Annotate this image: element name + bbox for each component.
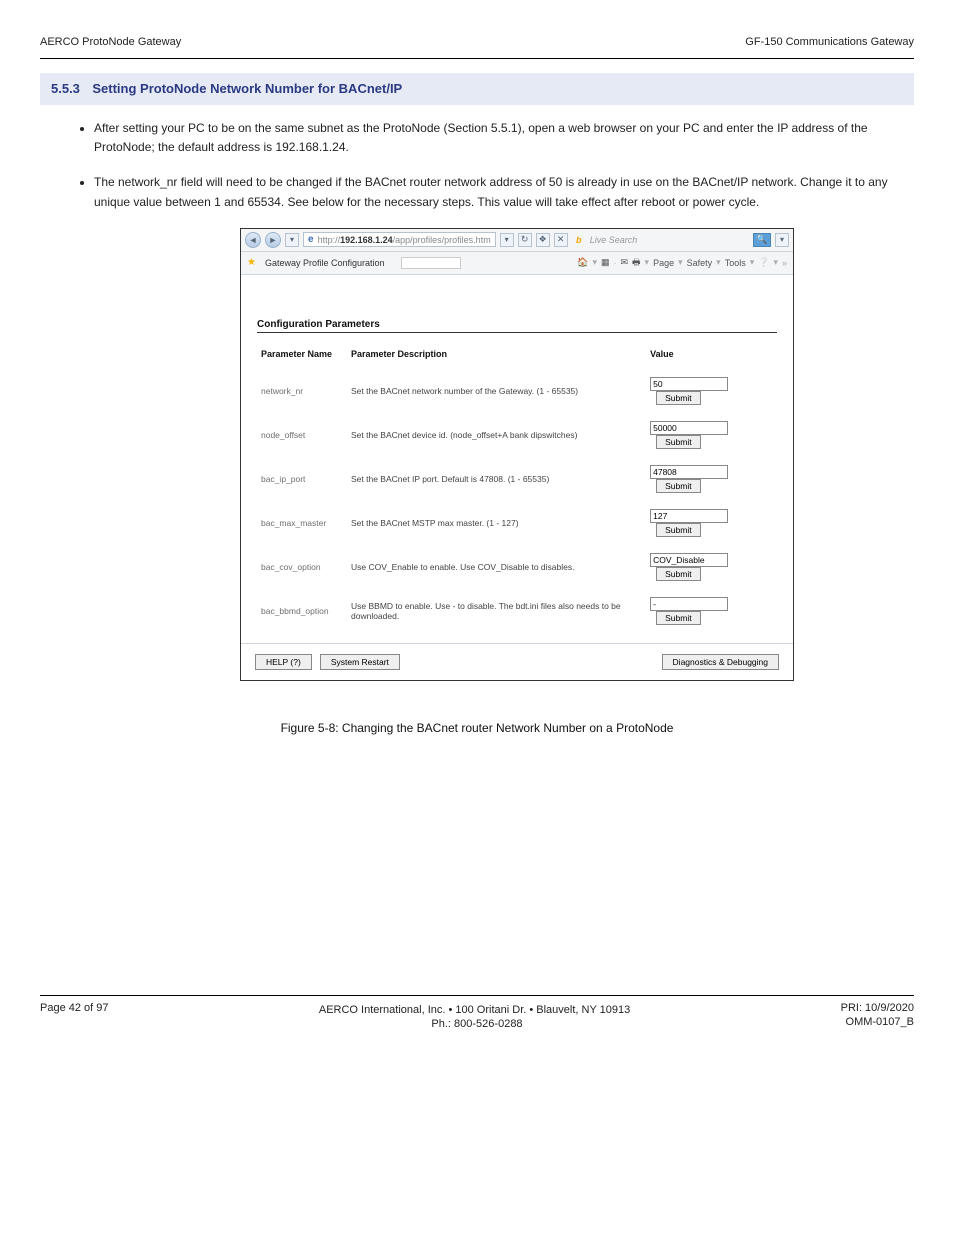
footer-page: Page 42 of 97	[40, 1002, 109, 1016]
mail-icon[interactable]: ✉	[621, 257, 629, 268]
table-row: bac_cov_option Use COV_Enable to enable.…	[257, 545, 777, 589]
param-name: node_offset	[257, 413, 347, 457]
value-input[interactable]	[650, 553, 728, 567]
back-button[interactable]: ◄	[245, 232, 261, 248]
submit-button[interactable]: Submit	[656, 523, 700, 537]
submit-button[interactable]: Submit	[656, 567, 700, 581]
param-desc: Set the BACnet MSTP max master. (1 - 127…	[347, 501, 646, 545]
tab-placeholder	[401, 257, 461, 269]
doc-header-left: AERCO ProtoNode Gateway	[40, 36, 181, 48]
value-input[interactable]	[650, 377, 728, 391]
footer-rule	[40, 995, 914, 996]
param-desc: Set the BACnet IP port. Default is 47808…	[347, 457, 646, 501]
home-icon[interactable]: 🏠	[577, 257, 588, 268]
page-content: Configuration Parameters Parameter Name …	[241, 275, 793, 643]
address-bar[interactable]: e http://192.168.1.24/app/profiles/profi…	[303, 232, 496, 247]
submit-button[interactable]: Submit	[656, 611, 700, 625]
list-item: The network_nr field will need to be cha…	[94, 173, 914, 211]
list-item: After setting your PC to be on the same …	[94, 119, 914, 157]
section-number: 5.5.3	[51, 81, 80, 96]
search-button[interactable]: 🔍	[753, 233, 771, 247]
table-row: bac_max_master Set the BACnet MSTP max m…	[257, 501, 777, 545]
diagnostics-debugging-button[interactable]: Diagnostics & Debugging	[662, 654, 779, 670]
param-name: bac_ip_port	[257, 457, 347, 501]
page-tab[interactable]: Gateway Profile Configuration	[265, 258, 385, 268]
value-input[interactable]	[650, 509, 728, 523]
nav-dropdown[interactable]: ▾	[285, 233, 299, 247]
param-name: bac_bbmd_option	[257, 589, 347, 633]
col-param-name: Parameter Name	[257, 343, 347, 369]
address-dropdown[interactable]: ▾	[500, 233, 514, 247]
config-rule	[257, 332, 777, 333]
submit-button[interactable]: Submit	[656, 391, 700, 405]
param-name: bac_cov_option	[257, 545, 347, 589]
footer-center-line-1: AERCO International, Inc. • 100 Oritani …	[109, 1004, 841, 1016]
table-row: bac_bbmd_option Use BBMD to enable. Use …	[257, 589, 777, 633]
browser-toolbar: 🏠▾ ▦ · ✉ 🖶▾ Page▾ Safety▾ Tools▾ ❔▾ »	[577, 255, 787, 271]
submit-button[interactable]: Submit	[656, 435, 700, 449]
safety-menu[interactable]: Safety	[687, 258, 713, 268]
tools-menu[interactable]: Tools	[725, 258, 746, 268]
page-menu[interactable]: Page	[653, 258, 674, 268]
bing-icon: b	[572, 233, 586, 247]
config-table: Parameter Name Parameter Description Val…	[257, 343, 777, 633]
instruction-list: After setting your PC to be on the same …	[40, 119, 914, 212]
col-param-desc: Parameter Description	[347, 343, 646, 369]
value-input[interactable]	[650, 465, 728, 479]
search-placeholder[interactable]: Live Search	[590, 235, 749, 245]
footer-center-line-2: Ph.: 800-526-0288	[130, 1018, 824, 1030]
favorites-icon[interactable]: ★	[247, 257, 259, 269]
stop-icon[interactable]: ✕	[554, 233, 568, 247]
help-icon[interactable]: ❔	[758, 257, 769, 268]
ie-icon: e	[308, 234, 314, 245]
param-desc: Use COV_Enable to enable. Use COV_Disabl…	[347, 545, 646, 589]
footer-right-1: PRI: 10/9/2020	[841, 1002, 914, 1014]
value-input[interactable]	[650, 421, 728, 435]
system-restart-button[interactable]: System Restart	[320, 654, 400, 670]
table-row: node_offset Set the BACnet device id. (n…	[257, 413, 777, 457]
value-input[interactable]	[650, 597, 728, 611]
param-name: network_nr	[257, 369, 347, 413]
section-heading: 5.5.3 Setting ProtoNode Network Number f…	[40, 73, 914, 105]
doc-header-right: GF-150 Communications Gateway	[745, 36, 914, 48]
param-desc: Use BBMD to enable. Use - to disable. Th…	[347, 589, 646, 633]
search-dropdown[interactable]: ▾	[775, 233, 789, 247]
param-desc: Set the BACnet network number of the Gat…	[347, 369, 646, 413]
header-rule	[40, 58, 914, 59]
refresh-icon[interactable]: ↻	[518, 233, 532, 247]
param-name: bac_max_master	[257, 501, 347, 545]
config-section-title: Configuration Parameters	[257, 319, 777, 330]
table-row: network_nr Set the BACnet network number…	[257, 369, 777, 413]
embedded-screenshot: ◄ ► ▾ e http://192.168.1.24/app/profiles…	[240, 228, 794, 681]
browser-nav-bar: ◄ ► ▾ e http://192.168.1.24/app/profiles…	[241, 229, 793, 252]
col-value: Value	[646, 343, 777, 369]
url-text: http://192.168.1.24/app/profiles/profile…	[318, 235, 491, 245]
param-desc: Set the BACnet device id. (node_offset+A…	[347, 413, 646, 457]
print-icon[interactable]: 🖶	[632, 255, 641, 271]
compat-icon[interactable]: ❖	[536, 233, 550, 247]
submit-button[interactable]: Submit	[656, 479, 700, 493]
browser-tab-bar: ★ Gateway Profile Configuration 🏠▾ ▦ · ✉…	[241, 252, 793, 275]
footer-right-2: OMM-0107_B	[824, 1016, 914, 1028]
help-button[interactable]: HELP (?)	[255, 654, 312, 670]
feeds-icon[interactable]: ▦	[601, 257, 610, 268]
footer-button-row: HELP (?) System Restart Diagnostics & De…	[241, 643, 793, 680]
figure-caption: Figure 5-8: Changing the BACnet router N…	[40, 721, 914, 735]
page-footer: Page 42 of 97 AERCO International, Inc. …	[40, 995, 914, 1030]
section-title: Setting ProtoNode Network Number for BAC…	[92, 81, 402, 96]
forward-button[interactable]: ►	[265, 232, 281, 248]
table-row: bac_ip_port Set the BACnet IP port. Defa…	[257, 457, 777, 501]
